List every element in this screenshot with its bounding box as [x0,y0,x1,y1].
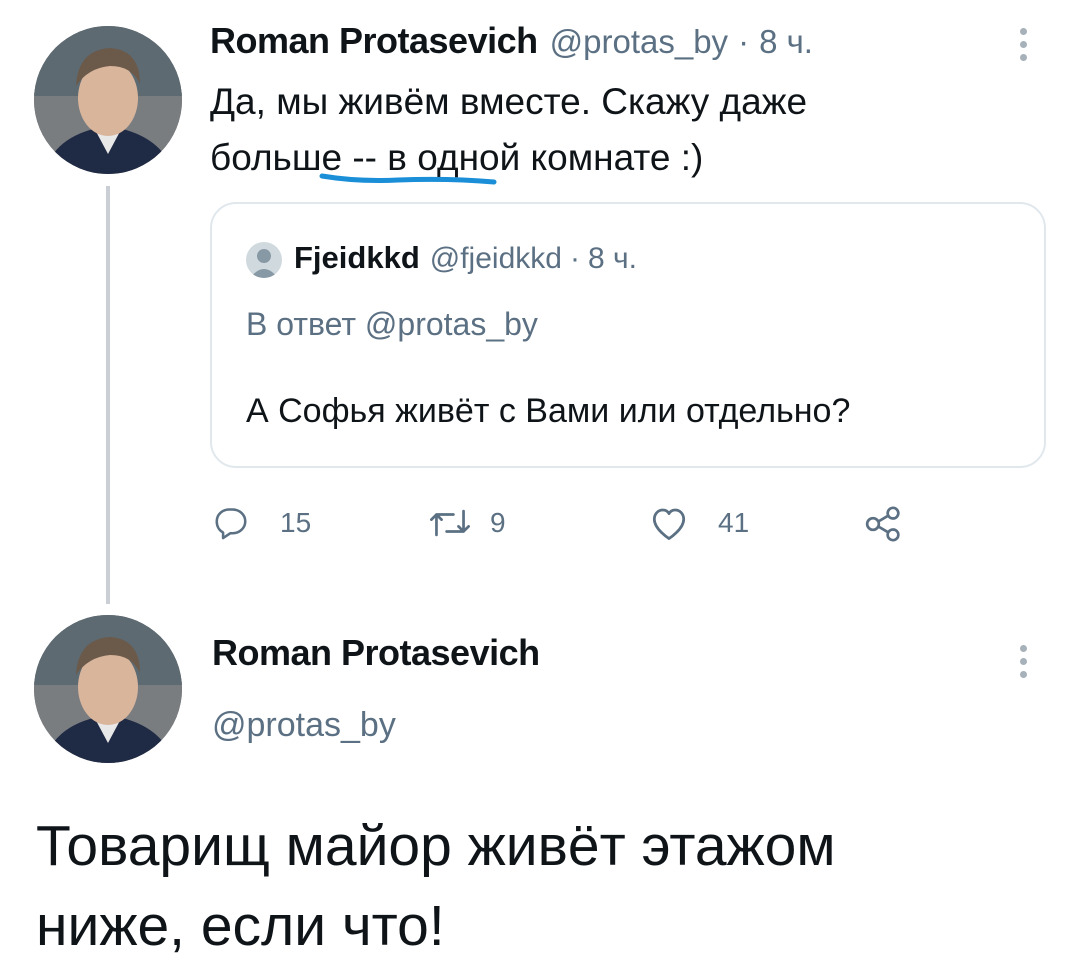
reply-to-label[interactable]: В ответ @protas_by [246,306,538,343]
main-tweet-text: Товарищ майор живёт этажом ниже, если чт… [36,806,1056,966]
author-handle[interactable]: @protas_by [212,706,396,745]
avatar-photo [34,615,182,763]
tweet-text-line: Да, мы живём вместе. Скажу даже [210,81,808,122]
reply-icon [215,508,247,540]
tweet-text-line: ниже, если что! [36,894,445,958]
reply-button[interactable]: 15 [212,504,311,542]
more-options-icon[interactable] [1020,645,1028,684]
avatar-photo [34,26,182,174]
more-options-icon[interactable] [1020,28,1028,67]
author-name[interactable]: Roman Protasevich [210,20,538,62]
default-profile-icon [250,249,278,278]
share-button[interactable] [862,504,904,544]
author-avatar[interactable] [34,26,182,174]
retweet-button[interactable]: 9 [428,504,506,542]
handwritten-underline-annotation [319,173,497,185]
tweet-header: Roman Protasevich @protas_by · 8 ч. [210,20,813,70]
quoted-tweet-header: Fjeidkkd @fjeidkkd · 8 ч. [294,240,637,276]
author-name[interactable]: Roman Protasevich [212,632,540,674]
retweet-icon [430,509,470,537]
quoted-author-name[interactable]: Fjeidkkd [294,240,420,276]
author-avatar[interactable] [34,615,182,763]
heart-icon [652,508,686,540]
quoted-author-avatar[interactable] [246,242,282,278]
author-handle[interactable]: @protas_by [550,23,728,61]
tweet-time[interactable]: 8 ч. [759,23,813,61]
quoted-tweet-card[interactable]: Fjeidkkd @fjeidkkd · 8 ч. В ответ @prota… [210,202,1046,468]
quoted-tweet-text: А Софья живёт с Вами или отдельно? [246,392,851,430]
reply-count: 15 [280,507,312,538]
quoted-author-handle[interactable]: @fjeidkkd [430,242,562,276]
like-count: 41 [718,507,750,538]
separator-dot: · [738,23,750,60]
thread-connector-line [106,186,110,604]
quoted-tweet-time[interactable]: 8 ч. [588,242,637,276]
separator-dot: · [569,242,580,275]
retweet-count: 9 [490,507,506,538]
tweet-text-line: Товарищ майор живёт этажом [36,814,836,878]
like-button[interactable]: 41 [648,504,749,542]
share-icon [865,506,900,542]
